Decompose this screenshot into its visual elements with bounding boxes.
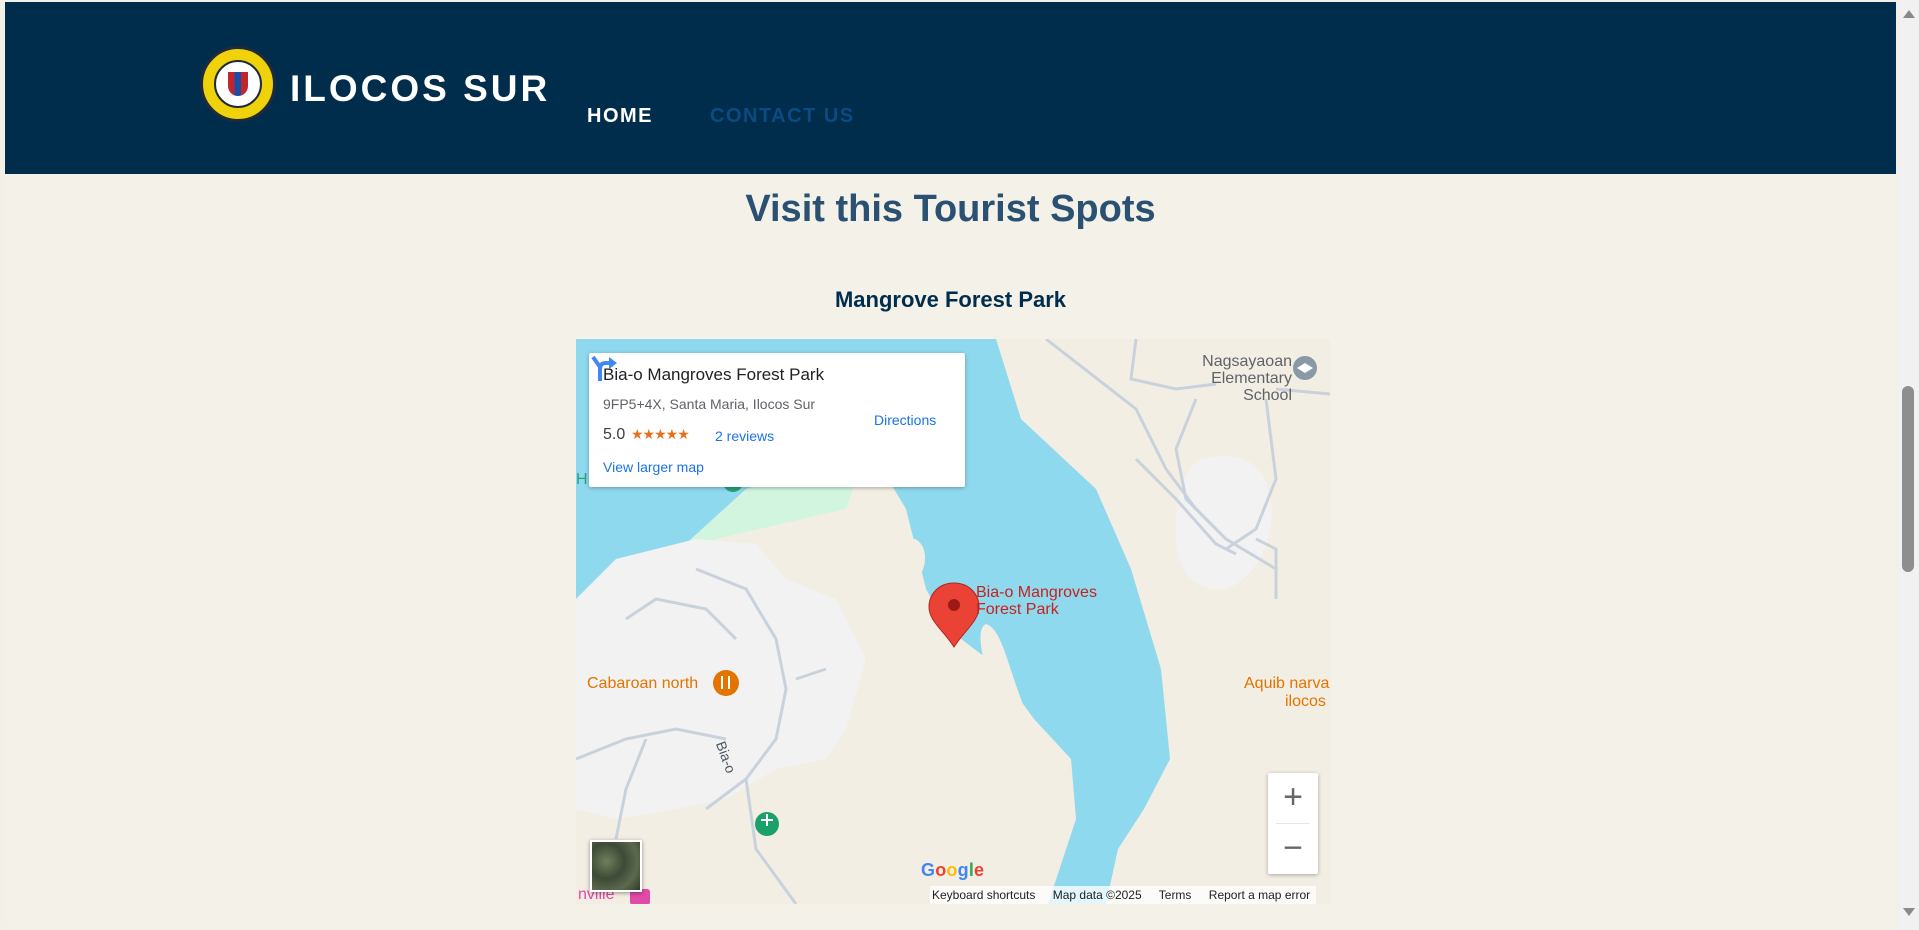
map-label-aquib-line1: Aquib narva xyxy=(1244,675,1330,692)
place-rating: 5.0 xyxy=(603,426,626,443)
site-header: ILOCOS SUR HOME CONTACT US xyxy=(5,2,1896,174)
map-label-restaurant: Cabaroan north xyxy=(587,675,699,692)
map-data-text: Map data ©2025 xyxy=(1052,888,1142,902)
report-map-error-link[interactable]: Report a map error xyxy=(1209,888,1310,902)
nav-home-link[interactable]: HOME xyxy=(587,105,653,128)
map-label-pin-line1: Bia-o Mangroves xyxy=(976,584,1097,601)
province-seal-logo xyxy=(200,46,276,122)
zoom-in-button[interactable]: + xyxy=(1268,773,1318,823)
scroll-down-arrow-icon[interactable] xyxy=(1903,908,1915,916)
page: ILOCOS SUR HOME CONTACT US Visit this To… xyxy=(5,2,1896,926)
rating-stars-icon: ★★★★★ xyxy=(631,426,690,442)
map-label-partial-left: H xyxy=(576,471,588,488)
site-brand[interactable]: ILOCOS SUR xyxy=(290,68,550,110)
map-label-pin-line2: Forest Park xyxy=(976,601,1059,618)
place-info-card: Bia-o Mangroves Forest Park 9FP5+4X, San… xyxy=(589,353,965,487)
map-label-school: Nagsayaoan Elementary School xyxy=(1202,353,1292,404)
reviews-link[interactable]: 2 reviews xyxy=(715,428,774,444)
zoom-controls: + − xyxy=(1268,773,1318,874)
place-address: 9FP5+4X, Santa Maria, Ilocos Sur xyxy=(603,396,816,412)
map-label-aquib-line2: ilocos xyxy=(1285,693,1326,710)
view-larger-map-link[interactable]: View larger map xyxy=(603,459,704,475)
place-name: Bia-o Mangroves Forest Park xyxy=(603,365,825,384)
zoom-out-button[interactable]: − xyxy=(1268,824,1318,874)
directions-icon[interactable] xyxy=(589,353,619,383)
map-attribution-bar: Keyboard shortcuts Map data ©2025 Terms … xyxy=(930,886,1317,904)
terms-link[interactable]: Terms xyxy=(1159,888,1192,902)
directions-link[interactable]: Directions xyxy=(874,412,936,428)
google-logo: Google xyxy=(921,860,985,880)
scroll-up-arrow-icon[interactable] xyxy=(1903,10,1915,18)
keyboard-shortcuts-link[interactable]: Keyboard shortcuts xyxy=(932,888,1035,902)
nav-contact-link[interactable]: CONTACT US xyxy=(710,105,855,128)
satellite-toggle-button[interactable] xyxy=(590,840,642,892)
spot-title: Mangrove Forest Park xyxy=(834,287,1067,312)
section-title: Visit this Tourist Spots xyxy=(745,188,1156,230)
scrollbar-thumb[interactable] xyxy=(1902,386,1914,572)
embedded-map[interactable]: Nagsayaoan Elementary School Bia-o Mangr… xyxy=(576,339,1330,904)
